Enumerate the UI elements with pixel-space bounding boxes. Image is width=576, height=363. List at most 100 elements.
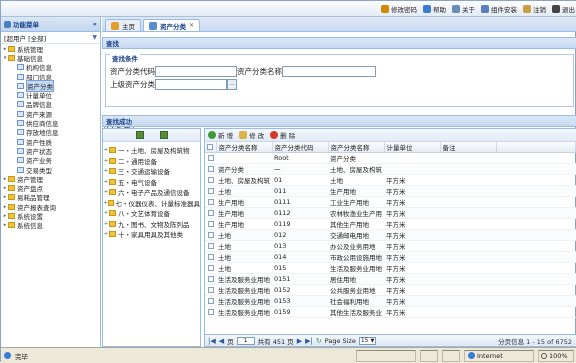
menu-item-19[interactable]: ▸ 系统信息 xyxy=(2,221,100,230)
folder-icon xyxy=(8,222,15,229)
table-row[interactable]: 土地 011 生产用地 平方米 xyxy=(205,185,576,197)
delete-button[interactable]: 删 除 xyxy=(270,130,295,140)
menu-item-14[interactable]: ▸ 资产管理 xyxy=(2,174,100,184)
close-icon[interactable]: ✕ xyxy=(189,22,194,29)
refresh-icon[interactable]: ↻ xyxy=(316,337,322,345)
add-button[interactable]: 新 增 xyxy=(208,130,233,140)
menu-item-4[interactable]: 资产分类 xyxy=(2,79,100,92)
topbar-button-0[interactable]: 修改密码 xyxy=(381,4,417,14)
first-page-icon[interactable]: |◀ xyxy=(208,337,216,345)
menu-item-7[interactable]: 资产来源 xyxy=(2,109,100,119)
table-cell: 土地 xyxy=(216,229,272,241)
table-row[interactable]: 土地 015 生活及服务业用地 平方米 xyxy=(205,262,576,274)
topbar-button-2[interactable]: 关于 xyxy=(452,4,475,14)
row-checkbox[interactable] xyxy=(205,273,216,285)
table-row[interactable]: 土地、房屋及构筑 01 土地 平方米 xyxy=(205,174,576,186)
last-page-icon[interactable]: ▶| xyxy=(305,337,313,345)
menu-item-0[interactable]: ▸ 系统管理 xyxy=(2,44,100,54)
table-row[interactable]: 生产用地 0111 工业生产用地 平方米 xyxy=(205,196,576,208)
category-node-8[interactable]: + 十・家具用具及其他类 xyxy=(103,229,200,240)
row-checkbox[interactable] xyxy=(205,284,216,296)
parent-browse-button[interactable]: ... xyxy=(227,79,237,90)
select-all-checkbox[interactable] xyxy=(205,142,217,153)
row-checkbox[interactable] xyxy=(205,251,216,263)
menu-item-10[interactable]: 资产性质 xyxy=(2,137,100,147)
collapse-all-icon[interactable] xyxy=(159,131,168,139)
top-buttons: 修改密码 帮助 关于 组件安装 注销 退出 xyxy=(381,4,575,14)
tab-1[interactable]: 资产分类 ✕ xyxy=(143,19,201,31)
column-header[interactable]: 资产分类代码 xyxy=(272,142,329,153)
table-row[interactable]: Root 资产分类 xyxy=(205,152,576,164)
parent-category-input[interactable] xyxy=(155,79,227,90)
menu-item-8[interactable]: 供应商信息 xyxy=(2,118,100,128)
prev-page-icon[interactable]: ◀ xyxy=(219,337,224,345)
column-header[interactable]: 计量单位 xyxy=(384,142,441,153)
row-checkbox[interactable] xyxy=(205,152,216,164)
topbar-button-1[interactable]: 帮助 xyxy=(423,4,446,14)
category-node-6[interactable]: + 八・文艺体育设备 xyxy=(103,208,200,219)
table-row[interactable]: 资产分类一土地、房屋及构筑 xyxy=(205,163,576,175)
edit-button[interactable]: 修 改 xyxy=(239,130,264,140)
menu-item-18[interactable]: ▸ 系统设置 xyxy=(2,211,100,221)
page-number-input[interactable] xyxy=(236,336,255,345)
table-row[interactable]: 土地 012 交通邮电用地 平方米 xyxy=(205,229,576,241)
column-header[interactable]: 资产分类名称 xyxy=(216,142,273,153)
column-header[interactable]: 资产分类名称 xyxy=(328,142,385,153)
table-cell-filler xyxy=(496,174,576,186)
row-checkbox[interactable] xyxy=(205,218,216,230)
menu-item-9[interactable]: 存放地信息 xyxy=(2,128,100,137)
collapse-sidebar-button[interactable]: « xyxy=(93,20,97,28)
table-row[interactable]: 生活及服务业用地 0152 公共服务业用地 平方米 xyxy=(205,284,576,296)
column-header[interactable]: 备注 xyxy=(440,142,497,153)
menu-item-17[interactable]: ▸ 资产报表查询 xyxy=(2,202,100,212)
expand-all-icon[interactable] xyxy=(135,131,144,139)
table-cell xyxy=(440,306,496,318)
menu-item-5[interactable]: 计量单位 xyxy=(2,90,100,100)
row-checkbox[interactable] xyxy=(205,207,216,219)
asset-category-name-input[interactable] xyxy=(282,66,376,77)
menu-item-2[interactable]: 机构信息 xyxy=(2,63,100,72)
topbar-button-4[interactable]: 注销 xyxy=(523,4,546,14)
page-size-select[interactable]: 15 ▼ xyxy=(358,336,377,345)
menu-item-16[interactable]: ▸ 易耗品管理 xyxy=(2,193,100,202)
category-node-1[interactable]: + 二・通用设备 xyxy=(103,156,200,167)
topbar-button-5[interactable]: 退出 xyxy=(552,4,575,14)
category-node-2[interactable]: + 三・交通运输设备 xyxy=(103,166,200,177)
asset-category-code-input[interactable] xyxy=(155,66,237,77)
table-row[interactable]: 生产用地 0112 农林牧渔业生产用 平方米 xyxy=(205,207,576,219)
row-checkbox[interactable] xyxy=(205,229,216,241)
row-checkbox[interactable] xyxy=(205,240,216,252)
menu-item-1[interactable]: ▾ 基础信息 xyxy=(2,53,100,63)
user-selector[interactable]: [超用户 [全部] ▼ xyxy=(1,32,100,44)
zoom-cell[interactable]: 100% xyxy=(538,349,574,362)
row-checkbox[interactable] xyxy=(205,262,216,274)
table-row[interactable]: 生活及服务业用地 0159 其他生活及服务业 平方米 xyxy=(205,306,576,318)
table-cell: 其他生活及服务业 xyxy=(328,306,384,318)
menu-item-12[interactable]: 资产业务 xyxy=(2,156,100,165)
row-checkbox[interactable] xyxy=(205,174,216,186)
table-row[interactable]: 土地 013 办公及业务用地 平方米 xyxy=(205,240,576,252)
table-row[interactable]: 生活及服务业用地 0151 居住用地 平方米 xyxy=(205,273,576,285)
row-checkbox[interactable] xyxy=(205,196,216,208)
menu-item-6[interactable]: 品牌信息 xyxy=(2,100,100,109)
row-checkbox[interactable] xyxy=(205,306,216,318)
table-row[interactable]: 土地 014 市政公用设施用地 平方米 xyxy=(205,251,576,263)
menu-item-13[interactable]: 交易类型 xyxy=(2,165,100,175)
category-node-7[interactable]: + 九・图书、文物及陈列品 xyxy=(103,219,200,230)
topbar-button-3[interactable]: 组件安装 xyxy=(481,4,517,14)
category-node-4[interactable]: + 六・电子产品及通信设备 xyxy=(103,187,200,198)
category-node-3[interactable]: + 五・电气设备 xyxy=(103,177,200,188)
next-page-icon[interactable]: ▶ xyxy=(297,337,302,345)
row-checkbox[interactable] xyxy=(205,185,216,197)
menu-item-11[interactable]: 资产状态 xyxy=(2,146,100,156)
tab-0[interactable]: 主页 xyxy=(105,19,141,31)
table-row[interactable]: 生活及服务业用地 0153 社会福利用地 平方米 xyxy=(205,295,576,307)
row-checkbox[interactable] xyxy=(205,295,216,307)
user-label: [超用户 [全部] xyxy=(4,34,47,43)
menu-item-15[interactable]: ▸ 资产盘点 xyxy=(2,183,100,193)
category-node-0[interactable]: + 一・土地、房屋及构筑物 xyxy=(103,145,200,156)
table-row[interactable]: 生产用地 0119 其他生产用地 平方米 xyxy=(205,218,576,230)
category-node-5[interactable]: + 七・仪器仪表、计量标准器具 xyxy=(103,198,200,209)
row-checkbox[interactable] xyxy=(205,163,216,175)
chevron-down-icon[interactable]: ▼ xyxy=(92,34,97,41)
